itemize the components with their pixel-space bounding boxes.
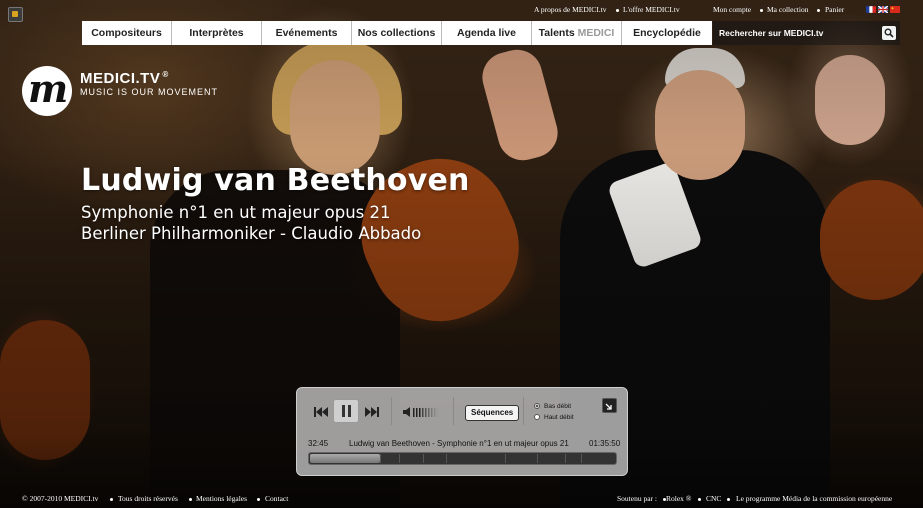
search-input[interactable] [719, 25, 874, 40]
volume-icon[interactable] [403, 406, 443, 418]
flag-cn-icon[interactable] [890, 6, 900, 13]
search-icon [884, 28, 894, 38]
logo-tagline: MUSIC IS OUR MOVEMENT [80, 87, 219, 97]
pause-icon [342, 405, 345, 417]
pause-button[interactable] [333, 399, 359, 423]
video-player: Séquences Bas débit Haut débit 32:45 Lud… [296, 387, 628, 476]
flag-fr-icon[interactable] [866, 6, 876, 13]
footer-sponsor-media[interactable]: Le programme Média de la commission euro… [736, 494, 892, 503]
separator-dot [817, 9, 820, 12]
quality-high-option[interactable]: Haut débit [534, 414, 574, 421]
now-playing-title: Ludwig van Beethoven - Symphonie n°1 en … [349, 439, 569, 448]
hero-title: Ludwig van Beethoven [81, 163, 470, 198]
nav-item-talents-label: Talents [538, 27, 575, 39]
footer-rights-link[interactable]: Tous droits réservés [118, 494, 178, 503]
about-link[interactable]: A propos de MEDICI.tv [534, 5, 607, 14]
footer-copyright: © 2007-2010 MEDICI.tv [22, 494, 99, 503]
progress-bar[interactable] [308, 452, 617, 465]
next-icon[interactable] [365, 407, 379, 417]
elapsed-time: 32:45 [308, 439, 329, 448]
sequences-button[interactable]: Séquences [465, 405, 520, 421]
nav-item-encyclopedia[interactable]: Encyclopédie [622, 21, 712, 45]
player-divider [523, 397, 524, 425]
previous-icon[interactable] [314, 407, 328, 417]
hero-performers: Berliner Philharmoniker - Claudio Abbado [81, 224, 422, 243]
logo-mark-icon: m [22, 66, 72, 116]
player-divider [391, 397, 392, 425]
language-flags [866, 6, 900, 13]
site-corner-icon[interactable] [8, 7, 23, 22]
nav-item-events[interactable]: Evénements [262, 21, 352, 45]
hero-subtitle: Symphonie n°1 en ut majeur opus 21 [81, 203, 391, 222]
nav-item-live-agenda[interactable]: Agenda live [442, 21, 532, 45]
main-nav: Compositeurs Interprètes Evénements Nos … [82, 21, 712, 45]
logo-name: MEDICI.TV ® [80, 70, 169, 87]
search-box [713, 21, 900, 45]
footer-sponsor-rolex[interactable]: Rolex ® [666, 494, 692, 503]
radio-selected-icon [534, 403, 540, 409]
progress-fill [310, 454, 380, 463]
account-link[interactable]: Mon compte [713, 5, 751, 14]
nav-item-composers[interactable]: Compositeurs [82, 21, 172, 45]
nav-item-collections[interactable]: Nos collections [352, 21, 442, 45]
offer-link[interactable]: L'offre MEDICI.tv [623, 5, 680, 14]
collection-link[interactable]: Ma collection [767, 5, 808, 14]
nav-item-talents-brand: MEDICI [577, 27, 615, 39]
total-duration: 01:35:50 [589, 439, 621, 448]
footer-legal-link[interactable]: Mentions légales [196, 494, 247, 503]
fullscreen-button[interactable] [602, 398, 617, 413]
nav-item-performers[interactable]: Interprètes [172, 21, 262, 45]
separator-dot [616, 9, 619, 12]
footer-sponsor-label: Soutenu par : [617, 494, 657, 503]
flag-uk-icon[interactable] [878, 6, 888, 13]
footer-contact-link[interactable]: Contact [265, 494, 288, 503]
search-button[interactable] [882, 26, 896, 40]
quality-low-option[interactable]: Bas débit [534, 403, 571, 410]
separator-dot [760, 9, 763, 12]
expand-icon [605, 403, 612, 410]
cart-link[interactable]: Panier [825, 5, 844, 14]
footer-sponsor-cnc[interactable]: CNC [706, 494, 721, 503]
player-divider [453, 397, 454, 425]
nav-item-talents[interactable]: Talents MEDICI [532, 21, 622, 45]
radio-unselected-icon [534, 414, 540, 420]
